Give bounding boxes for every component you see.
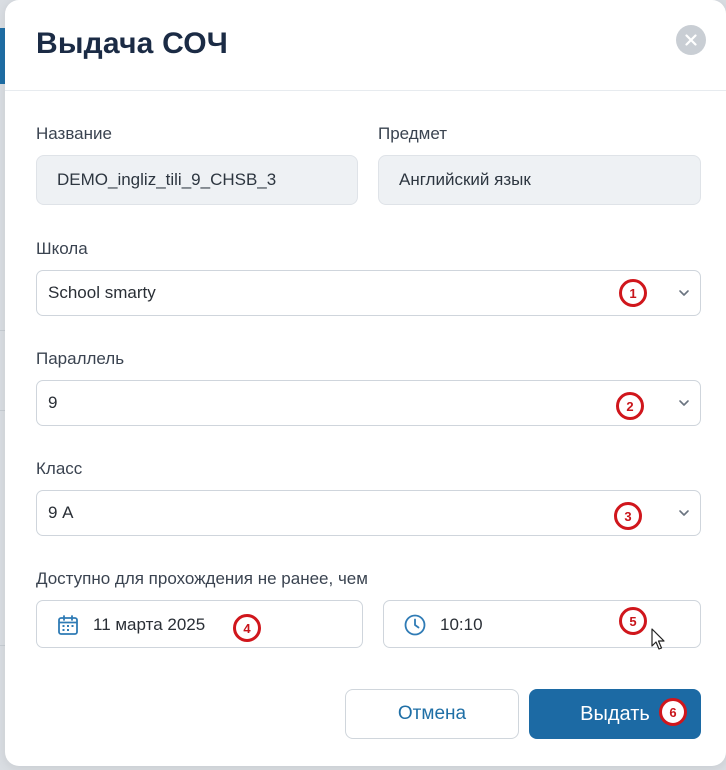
school-select[interactable]: School smarty — [36, 270, 701, 316]
annotation-marker: 1 — [619, 279, 647, 307]
subject-label: Предмет — [378, 124, 448, 143]
dialog-header: Выдача СОЧ — [5, 0, 726, 91]
close-button[interactable] — [676, 25, 706, 55]
school-label: Школа — [36, 239, 88, 258]
time-value: 10:10 — [440, 615, 483, 634]
availability-label: Доступно для прохождения не ранее, чем — [36, 569, 368, 588]
issue-exam-dialog: Выдача СОЧ Название DEMO_ingliz_tili_9_C… — [5, 0, 726, 766]
school-select-value: School smarty — [48, 283, 156, 302]
class-select[interactable]: 9 А — [36, 490, 701, 536]
close-icon — [685, 34, 697, 46]
annotation-marker: 2 — [616, 392, 644, 420]
subject-field: Английский язык — [378, 155, 701, 205]
date-picker[interactable]: 11 марта 2025 — [36, 600, 363, 648]
class-label: Класс — [36, 459, 83, 478]
clock-icon — [404, 614, 426, 636]
parallel-label: Параллель — [36, 349, 125, 368]
parallel-select[interactable]: 9 — [36, 380, 701, 426]
calendar-icon — [58, 615, 78, 635]
annotation-marker: 3 — [614, 502, 642, 530]
name-label: Название — [36, 124, 112, 143]
dialog-title: Выдача СОЧ — [36, 27, 229, 60]
class-select-value: 9 А — [48, 503, 74, 522]
name-field: DEMO_ingliz_tili_9_CHSB_3 — [36, 155, 358, 205]
annotation-marker: 6 — [659, 698, 687, 726]
cancel-button[interactable]: Отмена — [345, 689, 519, 739]
annotation-marker: 5 — [619, 607, 647, 635]
annotation-marker: 4 — [233, 614, 261, 642]
chevron-down-icon — [679, 400, 689, 406]
mouse-cursor-icon — [651, 628, 665, 650]
chevron-down-icon — [679, 510, 689, 516]
submit-button-label: Выдать — [580, 702, 650, 725]
date-value: 11 марта 2025 — [93, 615, 206, 634]
parallel-select-value: 9 — [48, 393, 58, 412]
chevron-down-icon — [679, 290, 689, 296]
